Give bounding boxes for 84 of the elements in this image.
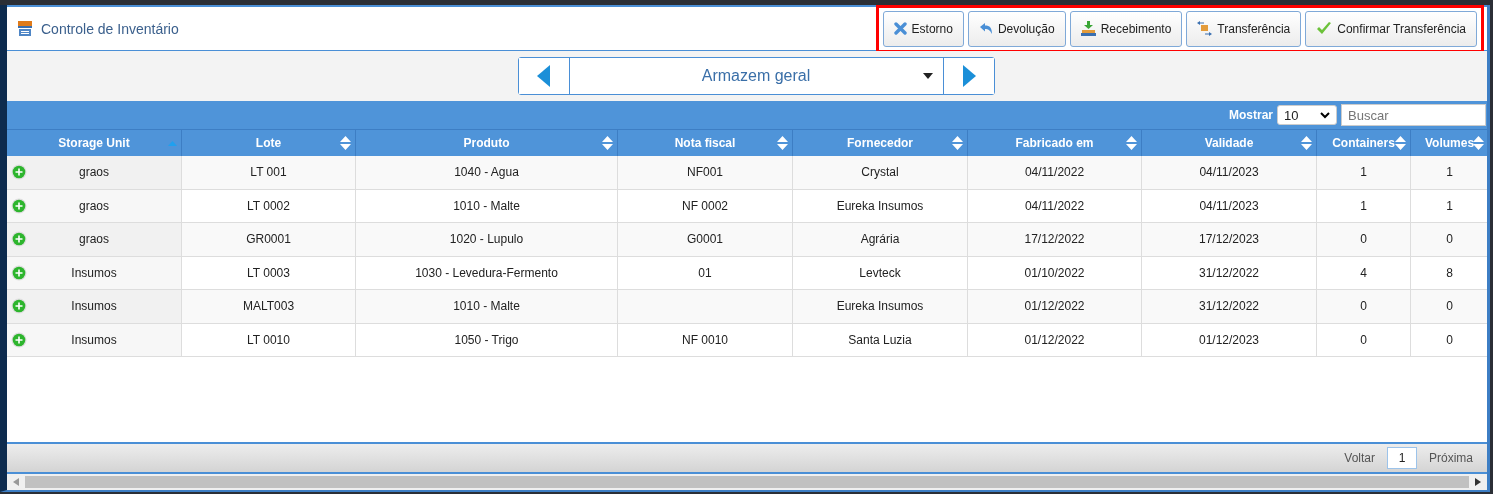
table-cell: 01 bbox=[698, 265, 712, 280]
table-cell: Eureka Insumos bbox=[836, 299, 924, 314]
table-cell: 4 bbox=[1360, 265, 1367, 280]
table-cell: 1040 - Agua bbox=[454, 165, 519, 180]
table-cell: 04/11/2022 bbox=[1024, 198, 1085, 213]
table-cell: 8 bbox=[1446, 265, 1453, 280]
toolbar-button[interactable]: Recebimento bbox=[1069, 10, 1183, 47]
transfer-icon bbox=[1197, 21, 1213, 36]
table-cell: NF001 bbox=[687, 165, 723, 180]
toolbar-button[interactable]: Transferência bbox=[1186, 10, 1302, 47]
table-cell: 01/12/2022 bbox=[1024, 332, 1085, 347]
close-icon bbox=[893, 22, 907, 35]
table-cell: LT 001 bbox=[250, 165, 287, 180]
table-cell: graos bbox=[79, 198, 109, 213]
table-cell: 04/11/2023 bbox=[1199, 165, 1259, 180]
table-cell: 04/11/2022 bbox=[1024, 165, 1085, 180]
table-cell: 04/11/2023 bbox=[1199, 198, 1259, 213]
table-cell: graos bbox=[79, 165, 109, 180]
chevron-icon bbox=[1320, 111, 1330, 119]
expand-row-icon[interactable] bbox=[11, 298, 27, 315]
expand-row-icon[interactable] bbox=[11, 331, 27, 348]
search-field[interactable]: Buscar bbox=[1341, 104, 1486, 126]
table-cell: 1010 - Malte bbox=[453, 198, 520, 213]
toolbar-button[interactable]: Confirmar Transferência bbox=[1305, 10, 1477, 47]
left-triangle-icon bbox=[536, 65, 551, 87]
checkmark-icon bbox=[1316, 22, 1333, 35]
table-cell: LT 0002 bbox=[247, 198, 290, 213]
pallet-download-icon bbox=[1080, 21, 1096, 36]
scroll-left-icon[interactable] bbox=[13, 478, 19, 486]
table-cell: 01/10/2022 bbox=[1024, 265, 1085, 280]
table-cell: 17/12/2022 bbox=[1024, 232, 1085, 247]
table-cell: Insumos bbox=[71, 265, 117, 280]
table-cell: Insumos bbox=[71, 299, 117, 314]
table-cell: 31/12/2022 bbox=[1198, 265, 1260, 280]
table-cell: 31/12/2022 bbox=[1198, 299, 1260, 314]
horizontal-scrollbar[interactable] bbox=[7, 472, 1487, 490]
show-label: Mostrar bbox=[1229, 108, 1273, 122]
table-cell: LT 0010 bbox=[247, 332, 290, 347]
table-cell: 0 bbox=[1360, 299, 1367, 314]
toolbar-button[interactable]: Estorno bbox=[882, 10, 964, 47]
table-cell: MALT003 bbox=[242, 299, 295, 314]
window-title: Controle de Inventário bbox=[41, 20, 179, 37]
table-cell: 1010 - Malte bbox=[453, 299, 520, 314]
expand-row-icon[interactable] bbox=[11, 164, 27, 181]
table-cell: 1 bbox=[1446, 165, 1453, 180]
toolbar-button[interactable]: Devolução bbox=[967, 10, 1066, 47]
table-cell: 1 bbox=[1446, 198, 1453, 213]
table-cell: 0 bbox=[1446, 332, 1453, 347]
table-cell: G0001 bbox=[687, 232, 723, 247]
undo-arrow-icon bbox=[978, 22, 993, 35]
table-cell: 1050 - Trigo bbox=[454, 332, 519, 347]
next-page-link[interactable]: Próxima bbox=[1429, 451, 1473, 465]
expand-row-icon[interactable] bbox=[11, 231, 27, 248]
expand-row-icon[interactable] bbox=[11, 197, 27, 214]
right-triangle-icon bbox=[961, 65, 976, 87]
table-cell: 01/12/2023 bbox=[1198, 332, 1260, 347]
table-cell: 0 bbox=[1360, 232, 1367, 247]
table-cell: Santa Luzia bbox=[848, 332, 912, 347]
table-cell: 0 bbox=[1446, 232, 1453, 247]
warehouse-icon bbox=[18, 21, 32, 36]
expand-row-icon[interactable] bbox=[11, 264, 27, 281]
table-cell: 17/12/2023 bbox=[1198, 232, 1260, 247]
page-size-select[interactable]: 10 bbox=[1277, 105, 1337, 125]
table-cell: 1 bbox=[1360, 198, 1367, 213]
table-cell: NF 0002 bbox=[682, 198, 728, 213]
table-cell: 01/12/2022 bbox=[1024, 299, 1085, 314]
table-cell: Agrária bbox=[860, 232, 900, 247]
table-cell: 0 bbox=[1360, 332, 1367, 347]
table-cell: Levteck bbox=[859, 265, 901, 280]
table-cell: GR0001 bbox=[246, 232, 291, 247]
previous-page-link[interactable]: Voltar bbox=[1344, 451, 1375, 465]
table-cell: 1 bbox=[1360, 165, 1367, 180]
table-cell: LT 0003 bbox=[247, 265, 290, 280]
table-cell: 1020 - Lupulo bbox=[449, 232, 524, 247]
page-number-field[interactable]: 1 bbox=[1387, 447, 1417, 469]
table-cell: 0 bbox=[1446, 299, 1453, 314]
table-cell: Insumos bbox=[71, 332, 117, 347]
table-cell: 1030 - Levedura-Fermento bbox=[415, 265, 558, 280]
table-cell: NF 0010 bbox=[682, 332, 728, 347]
table-cell: Crystal bbox=[861, 165, 899, 180]
table-cell: Eureka Insumos bbox=[836, 198, 924, 213]
table-cell: graos bbox=[79, 232, 109, 247]
caret-icon bbox=[922, 73, 933, 79]
scroll-right-icon[interactable] bbox=[1475, 478, 1481, 486]
